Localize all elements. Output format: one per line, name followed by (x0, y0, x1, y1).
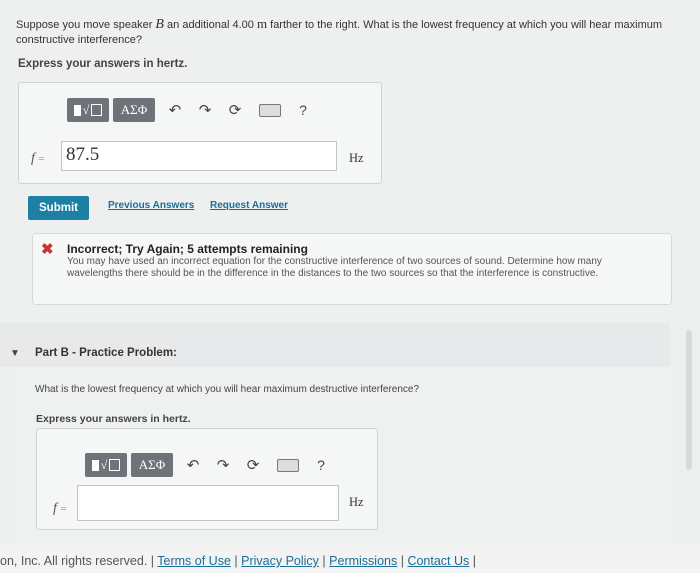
template-icon (73, 104, 81, 116)
template-icon (91, 459, 99, 471)
contact-us-link[interactable]: Contact Us (407, 554, 469, 568)
part-b-question: What is the lowest frequency at which yo… (35, 384, 420, 395)
variable-label: f = (31, 151, 45, 166)
sqrt-icon: √ (100, 457, 108, 472)
keyboard-icon[interactable] (277, 458, 299, 472)
part-b-answer-box: √ ΑΣΦ ↶ ↷ ⟳ ? f = Hz (36, 428, 378, 530)
privacy-policy-link[interactable]: Privacy Policy (241, 554, 319, 568)
caret-down-icon[interactable]: ▼ (10, 348, 20, 359)
permissions-link[interactable]: Permissions (329, 554, 397, 568)
part-b-variable-label: f = (53, 501, 67, 516)
part-b-math-toolbar: √ ΑΣΦ ↶ ↷ ⟳ ? (85, 453, 333, 477)
part-b-panel: What is the lowest frequency at which yo… (14, 367, 670, 547)
help-button[interactable]: ? (291, 102, 315, 118)
previous-answers-link[interactable]: Previous Answers (108, 200, 194, 211)
undo-icon[interactable]: ↶ (163, 101, 187, 119)
box-icon (109, 459, 121, 471)
footer-separator: | (400, 554, 404, 568)
feedback-title: Incorrect; Try Again; 5 attempts remaini… (67, 242, 308, 256)
part-b-header[interactable]: ▼ Part B - Practice Problem: (0, 323, 670, 367)
submit-button[interactable]: Submit (28, 196, 89, 220)
scrollbar[interactable] (686, 330, 692, 470)
copyright-text: on, Inc. All rights reserved. (0, 554, 148, 568)
part-b-unit-label: Hz (349, 495, 364, 509)
part-b-title: Part B - Practice Problem: (35, 347, 177, 359)
terms-of-use-link[interactable]: Terms of Use (157, 554, 231, 568)
part-b-answer-input[interactable] (77, 485, 339, 521)
keyboard-icon[interactable] (259, 103, 281, 117)
x-icon: ✖ (41, 241, 54, 258)
reset-icon[interactable]: ⟳ (223, 101, 247, 119)
request-answer-link[interactable]: Request Answer (210, 200, 288, 211)
feedback-text: You may have used an incorrect equation … (67, 256, 602, 279)
sqrt-icon: √ (82, 102, 90, 117)
redo-icon[interactable]: ↷ (193, 101, 217, 119)
unit-label: Hz (349, 151, 364, 165)
part-b-greek-symbols-button[interactable]: ΑΣΦ (131, 453, 173, 477)
part-b-templates-button[interactable]: √ (85, 453, 127, 477)
feedback-panel: ✖ Incorrect; Try Again; 5 attempts remai… (32, 233, 672, 305)
templates-button[interactable]: √ (67, 98, 109, 122)
answer-input[interactable]: 87.5 (61, 141, 337, 171)
undo-icon[interactable]: ↶ (181, 456, 205, 474)
box-icon (91, 104, 103, 116)
question-text: Suppose you move speaker B an additional… (16, 16, 663, 46)
math-toolbar: √ ΑΣΦ ↶ ↷ ⟳ ? (67, 98, 315, 122)
footer-links: on, Inc. All rights reserved. | Terms of… (0, 554, 476, 568)
greek-symbols-button[interactable]: ΑΣΦ (113, 98, 155, 122)
express-instruction: Express your answers in hertz. (18, 58, 188, 70)
reset-icon[interactable]: ⟳ (241, 456, 265, 474)
part-b-help-button[interactable]: ? (309, 457, 333, 473)
footer-separator: | (234, 554, 238, 568)
footer-separator: | (472, 554, 477, 568)
footer: on, Inc. All rights reserved. | Terms of… (0, 545, 700, 573)
answer-box: √ ΑΣΦ ↶ ↷ ⟳ ? f = 87.5 Hz (18, 82, 382, 184)
part-b-express: Express your answers in hertz. (36, 413, 191, 425)
redo-icon[interactable]: ↷ (211, 456, 235, 474)
footer-separator: | (322, 554, 326, 568)
footer-separator: | (150, 554, 155, 568)
